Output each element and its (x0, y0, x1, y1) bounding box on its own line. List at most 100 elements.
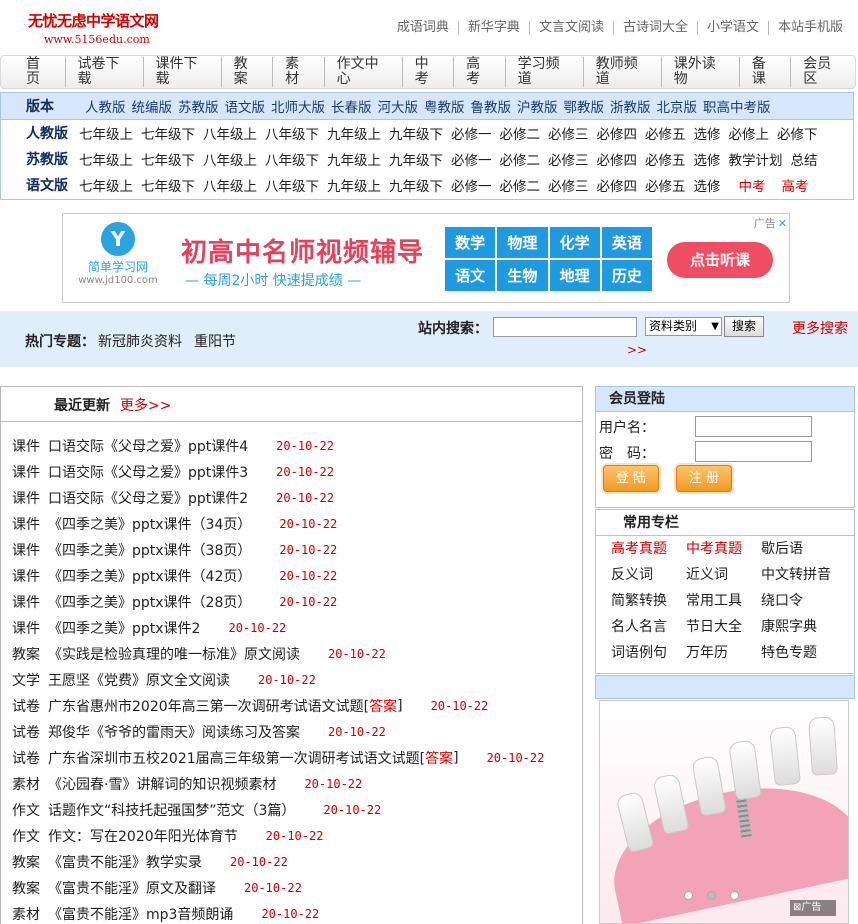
hot-topic-link[interactable]: 重阳节 (194, 334, 236, 350)
item-title-link[interactable]: 口语交际《父母之爱》ppt课件2 (48, 488, 248, 508)
register-button[interactable]: 注 册 (676, 465, 732, 492)
item-title-link[interactable]: 话题作文“科技托起强国梦”范文（3篇） (48, 800, 295, 820)
item-title-link[interactable]: 口语交际《父母之爱》ppt课件3 (48, 462, 248, 482)
top-link[interactable]: 古诗词大全 (612, 21, 697, 35)
common-column-link[interactable]: 中文转拼音 (761, 562, 841, 588)
grade-link[interactable]: 选修 (694, 149, 721, 169)
grade-link[interactable]: 八年级上 (203, 149, 257, 169)
item-title-link[interactable]: 《富贵不能淫》教学实录 (48, 852, 202, 872)
grade-link[interactable]: 必修四 (597, 175, 638, 195)
grade-link[interactable]: 必修一 (451, 123, 492, 143)
grade-link[interactable]: 必修五 (645, 123, 686, 143)
grade-link[interactable]: 必修四 (597, 149, 638, 169)
close-icon[interactable]: ✕ (778, 217, 787, 230)
grade-link[interactable]: 总结 (791, 149, 818, 169)
common-column-link[interactable]: 名人名言 (611, 614, 686, 640)
site-logo-url[interactable]: www.5156edu.com (44, 33, 150, 46)
grade-link[interactable]: 八年级上 (203, 123, 257, 143)
common-column-link[interactable]: 简繁转换 (611, 588, 686, 614)
common-column-link[interactable]: 歇后语 (761, 536, 841, 562)
grade-link[interactable]: 必修三 (548, 149, 589, 169)
search-input[interactable] (493, 317, 637, 337)
answer-link[interactable]: 答案 (425, 748, 453, 768)
grade-link[interactable]: 七年级下 (141, 149, 195, 169)
common-column-link[interactable]: 常用工具 (686, 588, 761, 614)
nav-item[interactable]: 作文中心 (323, 57, 402, 87)
item-title-link[interactable]: 《四季之美》pptx课件（38页） (48, 540, 251, 560)
category-select[interactable]: 资料类别 ▼ (645, 317, 722, 336)
nav-item[interactable]: 教案 (220, 57, 273, 87)
item-title-link[interactable]: 作文：写在2020年阳光体育节 (48, 826, 238, 846)
nav-item[interactable]: 高考 (453, 57, 505, 87)
grade-link[interactable]: 九年级上 (327, 149, 381, 169)
search-button[interactable]: 搜索 (724, 316, 764, 337)
login-button[interactable]: 登 陆 (603, 465, 659, 492)
edition-link[interactable]: 沪教版 (517, 96, 558, 116)
grade-link[interactable]: 七年级下 (141, 123, 195, 143)
edition-link[interactable]: 北师大版 (271, 96, 325, 116)
item-title-link[interactable]: 王愿坚《党费》原文全文阅读 (48, 670, 230, 690)
item-title-link[interactable]: 《富贵不能淫》原文及翻译 (48, 878, 216, 898)
nav-item[interactable]: 课外读物 (660, 57, 739, 87)
edition-link[interactable]: 语文版 (225, 96, 266, 116)
carousel-dot[interactable] (730, 891, 739, 900)
more-search-arrow[interactable]: >> (627, 343, 647, 357)
common-column-link[interactable]: 特色专题 (761, 640, 841, 666)
ad-cta-button[interactable]: 点击听课 (667, 242, 773, 278)
grade-link[interactable]: 七年级上 (79, 123, 133, 143)
carousel-dot-active[interactable] (707, 891, 716, 900)
common-column-link[interactable]: 中考真题 (686, 536, 761, 562)
grade-link[interactable]: 七年级上 (79, 149, 133, 169)
site-logo-title[interactable]: 无忧无虑中学语文网 (28, 10, 159, 31)
more-search-link[interactable]: 更多搜索 (792, 318, 848, 338)
banner-ad[interactable]: Y 简单学习网 www.jd100.com 初高中名师视频辅导 — 每周2小时 … (62, 213, 790, 303)
grade-link[interactable]: 九年级上 (327, 175, 381, 195)
top-link[interactable]: 成语词典 (388, 21, 458, 35)
exam-link[interactable]: 中考 (739, 175, 766, 195)
grade-link[interactable]: 必修一 (451, 175, 492, 195)
item-title-link[interactable]: 广东省惠州市2020年高三第一次调研考试语文试题[ (48, 696, 369, 716)
exam-link[interactable]: 高考 (782, 175, 809, 195)
top-link[interactable]: 新华字典 (457, 21, 529, 35)
edition-link[interactable]: 粤教版 (424, 96, 465, 116)
grade-link[interactable]: 八年级下 (265, 123, 319, 143)
item-title-link[interactable]: 广东省深圳市五校2021届高三年级第一次调研考试语文试题[ (48, 748, 425, 768)
grade-link[interactable]: 七年级上 (79, 175, 133, 195)
common-column-link[interactable]: 康熙字典 (761, 614, 841, 640)
latest-more-link[interactable]: 更多>> (120, 395, 171, 415)
item-title-link[interactable]: 口语交际《父母之爱》ppt课件4 (48, 436, 248, 456)
edition-link[interactable]: 长春版 (331, 96, 372, 116)
common-column-link[interactable]: 万年历 (686, 640, 761, 666)
grade-link[interactable]: 九年级下 (389, 149, 443, 169)
edition-link[interactable]: 职高中考版 (703, 96, 771, 116)
version-row-label[interactable]: 语文版 (1, 175, 79, 195)
grade-link[interactable]: 必修二 (500, 123, 541, 143)
nav-item[interactable]: 教师频道 (582, 57, 661, 87)
top-link[interactable]: 文言文阅读 (528, 21, 613, 35)
nav-item[interactable]: 素材 (272, 57, 324, 87)
grade-link[interactable]: 必修下 (777, 123, 818, 143)
item-title-link[interactable]: 《四季之美》pptx课件2 (48, 618, 200, 638)
grade-link[interactable]: 七年级下 (141, 175, 195, 195)
grade-link[interactable]: 必修二 (500, 149, 541, 169)
nav-item[interactable]: 课件下载 (142, 57, 221, 87)
hot-topic-link[interactable]: 新冠肺炎资料 (98, 334, 182, 350)
edition-link[interactable]: 河大版 (378, 96, 419, 116)
grade-link[interactable]: 九年级上 (327, 123, 381, 143)
item-title-link[interactable]: 《沁园春·雪》讲解词的知识视频素材 (48, 774, 276, 794)
edition-link[interactable]: 人教版 (85, 96, 126, 116)
grade-link[interactable]: 选修 (694, 175, 721, 195)
common-column-link[interactable]: 近义词 (686, 562, 761, 588)
nav-item[interactable]: 备课 (738, 57, 791, 87)
password-field[interactable] (695, 441, 812, 462)
common-column-link[interactable]: 词语例句 (611, 640, 686, 666)
edition-link[interactable]: 苏教版 (178, 96, 219, 116)
common-column-link[interactable]: 绕口令 (761, 588, 841, 614)
item-title-link[interactable]: 郑俊华《爷爷的雷雨天》阅读练习及答案 (48, 722, 300, 742)
common-column-link[interactable]: 反义词 (611, 562, 686, 588)
item-title-link[interactable]: 《富贵不能淫》mp3音频朗诵 (48, 904, 233, 924)
grade-link[interactable]: 必修三 (548, 175, 589, 195)
edition-link[interactable]: 鄂教版 (564, 96, 605, 116)
nav-item[interactable]: 学习频道 (504, 57, 583, 87)
answer-link[interactable]: 答案 (369, 696, 397, 716)
